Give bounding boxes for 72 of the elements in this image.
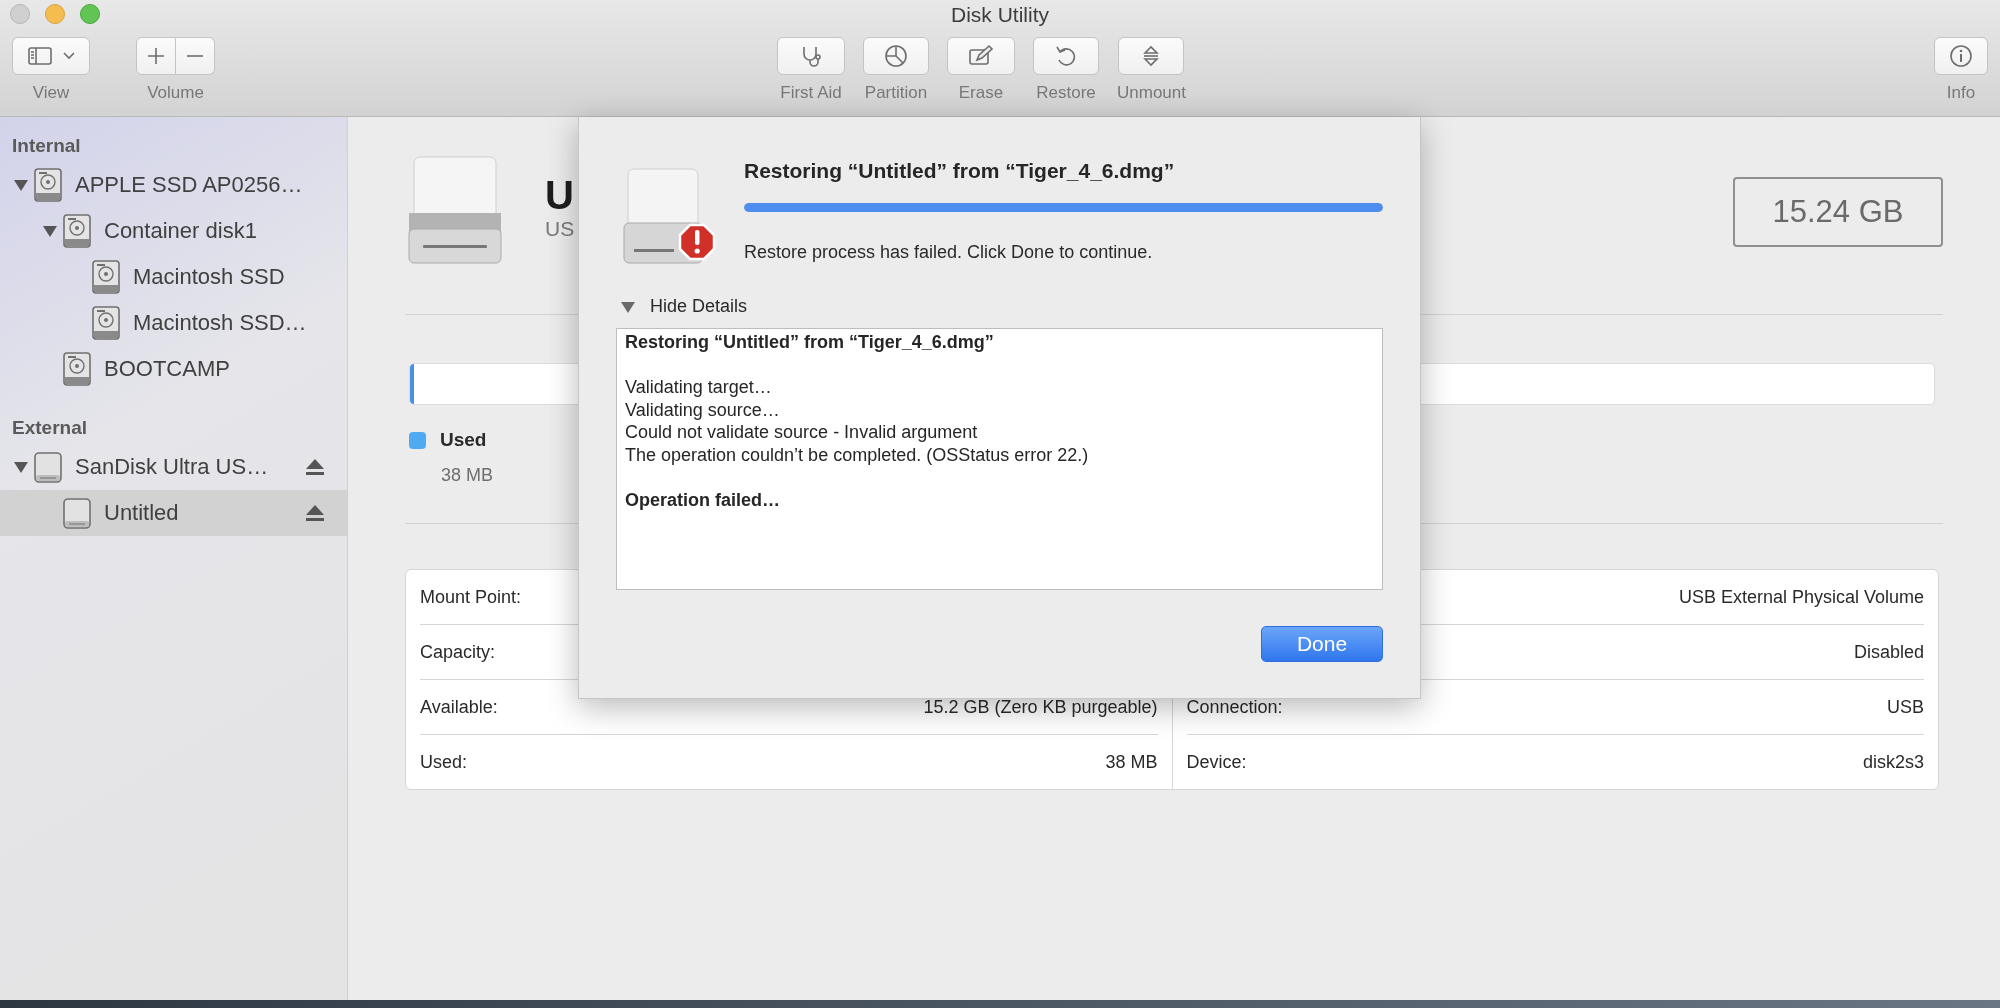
sidebar-item[interactable]: Untitled — [0, 490, 347, 536]
info-label: Capacity: — [420, 641, 496, 663]
view-button[interactable] — [12, 37, 90, 75]
section-header: Internal — [11, 134, 82, 158]
info-value: 38 MB — [1105, 751, 1158, 773]
toolbar-label: Volume — [147, 83, 204, 103]
disclosure-triangle-icon[interactable] — [12, 460, 29, 474]
log-line: Could not validate source - Invalid argument — [625, 421, 979, 444]
volume-subtitle: US — [545, 217, 575, 241]
sidebar-item[interactable]: APPLE SSD AP0256… — [0, 162, 347, 208]
sidebar-item[interactable]: Container disk1 — [0, 208, 347, 254]
info-label: Mount Point: — [420, 586, 522, 608]
toolbar-label: View — [32, 83, 70, 103]
pie-chart-icon — [884, 44, 908, 68]
volume-name: U — [545, 173, 575, 217]
sidebar-item[interactable]: Macintosh SSD — [0, 254, 347, 300]
sidebar-item[interactable]: Macintosh SSD… — [0, 300, 347, 346]
sidebar-item[interactable]: BOOTCAMP — [0, 346, 347, 392]
zoom-button[interactable] — [80, 4, 100, 24]
status-message: Restore process has failed. Click Done to continue. — [744, 242, 1154, 263]
external-drive-icon — [405, 153, 505, 267]
partition-button[interactable] — [863, 37, 929, 75]
sidebar-icon — [27, 45, 53, 67]
first-aid-button[interactable] — [777, 37, 845, 75]
info-value: 15.2 GB (Zero KB purgeable) — [923, 696, 1158, 718]
undo-arrow-icon — [1054, 44, 1078, 68]
plus-icon — [147, 47, 165, 65]
info-label: Connection: — [1186, 696, 1283, 718]
eject-icon[interactable] — [305, 504, 325, 522]
info-icon — [1949, 44, 1973, 68]
details-toggle[interactable]: Hide Details — [616, 295, 754, 318]
disclosure-triangle-icon[interactable] — [41, 224, 58, 238]
pencil-icon — [968, 44, 994, 68]
drive-icon — [33, 449, 63, 485]
toolbar-label: Erase — [958, 83, 1004, 103]
unmount-button[interactable] — [1118, 37, 1185, 75]
legend-value: 38 MB — [441, 465, 494, 486]
eject-icon[interactable] — [305, 458, 325, 476]
erase-button[interactable] — [947, 37, 1015, 75]
legend-label: Used — [440, 429, 487, 451]
minus-icon — [186, 55, 204, 57]
capacity-label: 15.24 GB — [1733, 177, 1943, 247]
window-title: Disk Utility — [951, 3, 1049, 28]
toolbar-label: Restore — [1036, 83, 1096, 103]
info-button[interactable] — [1934, 37, 1988, 75]
log-line: Validating target… — [625, 376, 773, 399]
plus-button[interactable] — [136, 37, 176, 75]
info-value: disk2s3 — [1862, 751, 1924, 773]
toolbar-label: Partition — [864, 83, 928, 103]
toolbar-label: First Aid — [780, 83, 842, 103]
chevron-down-icon — [63, 52, 75, 60]
section-header: External — [11, 416, 88, 440]
info-label: Available: — [420, 696, 498, 718]
info-value: Disabled — [1853, 641, 1924, 663]
minimize-button[interactable] — [45, 4, 65, 24]
minus-button[interactable] — [176, 37, 215, 75]
toolbar-label: Unmount — [1117, 83, 1186, 103]
legend-swatch — [409, 431, 426, 449]
dialog-title: Restoring “Untitled” from “Tiger_4_6.dmg” — [744, 159, 1176, 183]
log-line: Restoring “Untitled” from “Tiger_4_6.dmg” — [625, 331, 995, 354]
info-value: USB External Physical Volume — [1678, 586, 1924, 608]
sidebar-item[interactable]: SanDisk Ultra US… — [0, 444, 347, 490]
log-line: Operation failed… — [625, 488, 782, 511]
log-line: Validating source… — [625, 398, 781, 421]
info-label: Used: — [420, 751, 468, 773]
info-label: Device: — [1186, 751, 1247, 773]
log-line: The operation couldn’t be completed. (OSStatus error 22.) — [625, 443, 1090, 466]
info-value: USB — [1887, 696, 1924, 718]
toolbar-label: Info — [1946, 83, 1976, 103]
restore-button[interactable] — [1033, 37, 1099, 75]
drive-icon — [62, 495, 92, 531]
disclosure-triangle-icon[interactable] — [12, 178, 29, 192]
